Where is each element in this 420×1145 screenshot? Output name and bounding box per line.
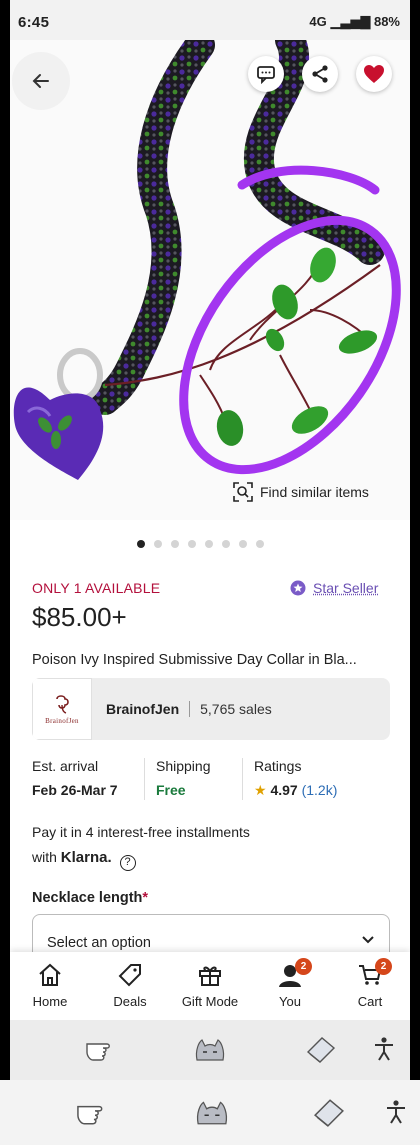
rating-count[interactable]: (1.2k) — [302, 782, 338, 798]
nav-cart[interactable]: 2 Cart — [330, 952, 410, 1020]
pager-dot[interactable] — [205, 540, 213, 548]
arrival-label: Est. arrival — [32, 758, 99, 774]
nav-label: Home — [32, 994, 68, 1009]
select-placeholder: Select an option — [47, 935, 151, 951]
signal-icon: ▁▃▅▇ — [330, 14, 371, 29]
shipping-column: Shipping Free — [156, 758, 211, 798]
nav-you[interactable]: 2 You — [250, 952, 330, 1020]
pointing-hand-icon[interactable] — [75, 1096, 115, 1128]
message-button[interactable] — [248, 56, 284, 92]
cart-badge: 2 — [375, 958, 392, 975]
option-label-text: Necklace length — [32, 890, 143, 906]
listing-title[interactable]: Poison Ivy Inspired Submissive Day Colla… — [32, 652, 357, 668]
pager-dot[interactable] — [188, 540, 196, 548]
star-icon: ★ — [254, 782, 267, 798]
find-similar-button[interactable]: Find similar items — [232, 480, 369, 504]
shop-sales: 5,765 sales — [200, 701, 272, 717]
collar-photo — [13, 40, 401, 480]
star-seller-link[interactable]: Star Seller — [290, 580, 378, 596]
nav-label: Deals — [113, 994, 147, 1009]
shop-logo-text: BrainofJen — [45, 717, 79, 725]
divider — [242, 758, 243, 800]
sticker-bar — [0, 1080, 420, 1145]
gift-icon — [199, 966, 221, 986]
klarna-with: with — [32, 849, 57, 865]
sticker-bar — [10, 1020, 410, 1080]
sleeping-cat-icon[interactable] — [193, 1096, 231, 1128]
favorite-button[interactable] — [356, 56, 392, 92]
required-mark: * — [142, 890, 149, 906]
pager-dot[interactable] — [154, 540, 162, 548]
nav-label: Cart — [357, 994, 383, 1009]
nav-label: You — [279, 994, 301, 1009]
star-seller-badge-icon — [290, 580, 306, 596]
stock-status: ONLY 1 AVAILABLE — [32, 580, 161, 596]
klarna-info: Pay it in 4 interest-free installments w… — [32, 820, 250, 871]
accessibility-icon[interactable] — [372, 1036, 396, 1062]
status-bar: 6:45 4G ▁▃▅▇ 88% — [10, 0, 410, 40]
share-icon — [312, 65, 328, 83]
product-image[interactable] — [10, 40, 410, 520]
bottom-navigation: Home Deals Gift Mode 2 You 2 Cart — [10, 952, 410, 1020]
pointing-hand-icon[interactable] — [85, 1034, 121, 1064]
arrival-value: Feb 26-Mar 7 — [32, 782, 118, 798]
back-button[interactable] — [12, 52, 70, 110]
nav-label: Gift Mode — [181, 994, 239, 1009]
nav-home[interactable]: Home — [10, 952, 90, 1020]
price: $85.00+ — [32, 602, 127, 632]
chevron-down-icon — [362, 936, 374, 944]
message-icon — [257, 66, 275, 84]
klarna-line2-row: with Klarna. ? — [32, 845, 250, 871]
image-pager[interactable] — [137, 540, 264, 548]
shop-card[interactable]: BrainofJen BrainofJen 5,765 sales — [32, 678, 390, 740]
arrival-column: Est. arrival Feb 26-Mar 7 — [32, 758, 118, 798]
pager-dot[interactable] — [239, 540, 247, 548]
rating-score: 4.97 — [270, 782, 298, 798]
help-icon[interactable]: ? — [119, 855, 136, 871]
app-screen: 6:45 4G ▁▃▅▇ 88% Find similar items ONLY… — [10, 0, 410, 1080]
shop-logo: BrainofJen — [32, 678, 92, 740]
accessibility-icon[interactable] — [384, 1098, 408, 1126]
sleeping-cat-icon[interactable] — [193, 1034, 227, 1064]
brain-logo-icon — [56, 695, 69, 714]
star-seller-label: Star Seller — [313, 580, 379, 596]
back-arrow-icon — [32, 74, 49, 88]
book-icon[interactable] — [304, 1034, 338, 1064]
divider — [144, 758, 145, 800]
nav-gift-mode[interactable]: Gift Mode — [170, 952, 250, 1020]
heart-filled-icon — [364, 65, 384, 83]
divider — [189, 701, 191, 717]
klarna-line1: Pay it in 4 interest-free installments — [32, 824, 250, 840]
option-label: Necklace length* — [32, 890, 148, 906]
pager-dot[interactable] — [256, 540, 264, 548]
status-indicators: 4G ▁▃▅▇ 88% — [309, 14, 400, 30]
pager-dot[interactable] — [171, 540, 179, 548]
battery-level: 88% — [373, 14, 400, 29]
ratings-value[interactable]: ★ 4.97 (1.2k) — [254, 782, 337, 799]
ratings-column[interactable]: Ratings ★ 4.97 (1.2k) — [254, 758, 337, 799]
home-icon — [39, 963, 61, 986]
tag-icon — [118, 964, 141, 987]
ratings-label: Ratings — [254, 758, 302, 774]
find-similar-label: Find similar items — [260, 484, 369, 500]
notification-badge: 2 — [295, 958, 312, 975]
nav-deals[interactable]: Deals — [90, 952, 170, 1020]
status-time: 6:45 — [18, 14, 50, 31]
shipping-value: Free — [156, 782, 186, 798]
pager-dot[interactable] — [222, 540, 230, 548]
visual-search-icon — [233, 482, 253, 502]
book-icon[interactable] — [310, 1096, 348, 1128]
shop-name[interactable]: BrainofJen — [106, 701, 179, 717]
shipping-label: Shipping — [156, 758, 211, 774]
share-button[interactable] — [302, 56, 338, 92]
network-type: 4G — [309, 14, 327, 29]
pager-dot[interactable] — [137, 540, 145, 548]
klarna-brand: Klarna. — [60, 849, 112, 866]
